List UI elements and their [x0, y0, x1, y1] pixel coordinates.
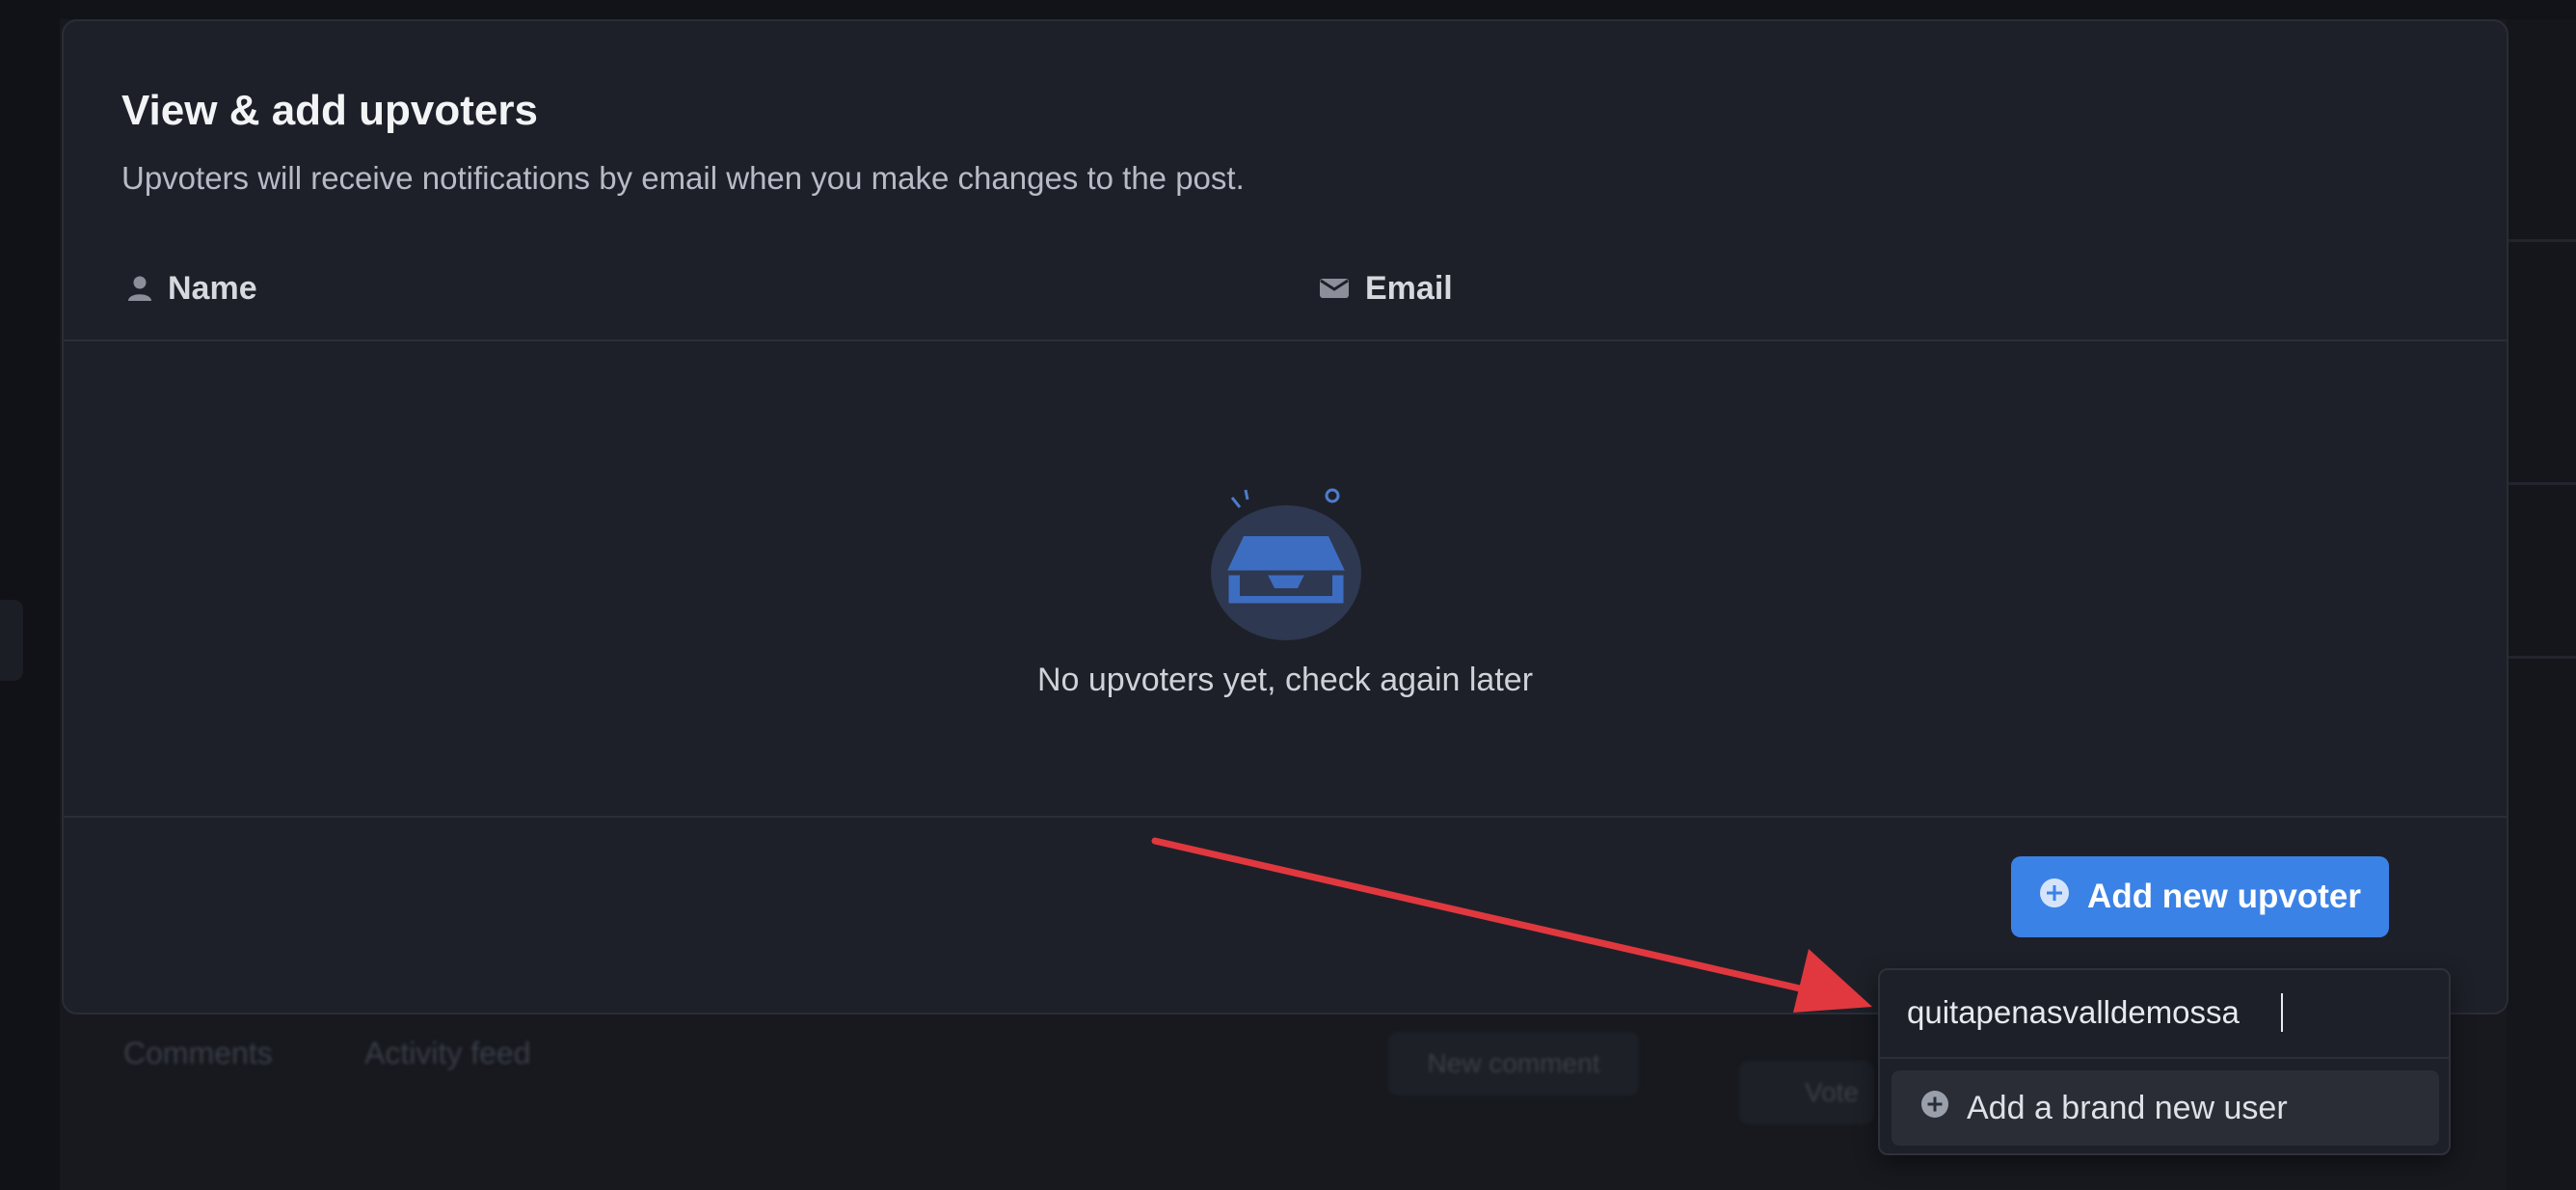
empty-inbox-icon: [1203, 476, 1373, 651]
column-header-email-label: Email: [1365, 269, 1453, 307]
add-new-upvoter-label: Add new upvoter: [2087, 878, 2361, 915]
plus-circle-icon: [1920, 1090, 1949, 1127]
background-top-bar: [0, 0, 2576, 19]
empty-state-text: No upvoters yet, check again later: [1036, 662, 1534, 698]
plus-circle-icon: [2039, 878, 2070, 917]
background-left-rail: [0, 0, 60, 1190]
modal-title: View & add upvoters: [121, 87, 538, 134]
footer-divider: [64, 816, 2507, 818]
background-sidebar-stub: [0, 600, 23, 681]
add-brand-new-user-option[interactable]: Add a brand new user: [1892, 1070, 2439, 1146]
add-brand-new-user-label: Add a brand new user: [1967, 1089, 2288, 1126]
column-header-email: Email: [1319, 266, 1453, 311]
background-vote-button: Vote: [1739, 1061, 1874, 1124]
column-header-name: Name: [127, 266, 257, 311]
add-new-upvoter-button[interactable]: Add new upvoter: [2011, 856, 2389, 937]
text-cursor: [2281, 993, 2283, 1032]
table-header-divider: [64, 339, 2507, 341]
background-tab-comments: Comments: [123, 1036, 273, 1070]
popover-divider: [1880, 1057, 2449, 1059]
mail-icon: [1319, 277, 1350, 300]
background-right-column: [2507, 19, 2576, 1190]
upvoter-search-input[interactable]: [1880, 970, 2449, 1055]
background-divider: [2507, 239, 2576, 242]
column-header-name-label: Name: [168, 269, 257, 307]
background-new-comment-button: New comment: [1388, 1032, 1639, 1095]
background-divider: [2507, 482, 2576, 485]
modal-subtitle: Upvoters will receive notifications by e…: [121, 160, 1245, 196]
user-icon: [127, 275, 152, 302]
background-tab-activity: Activity feed: [364, 1036, 531, 1070]
background-divider: [2507, 656, 2576, 659]
upvoter-search-popover: Add a brand new user: [1878, 968, 2451, 1155]
